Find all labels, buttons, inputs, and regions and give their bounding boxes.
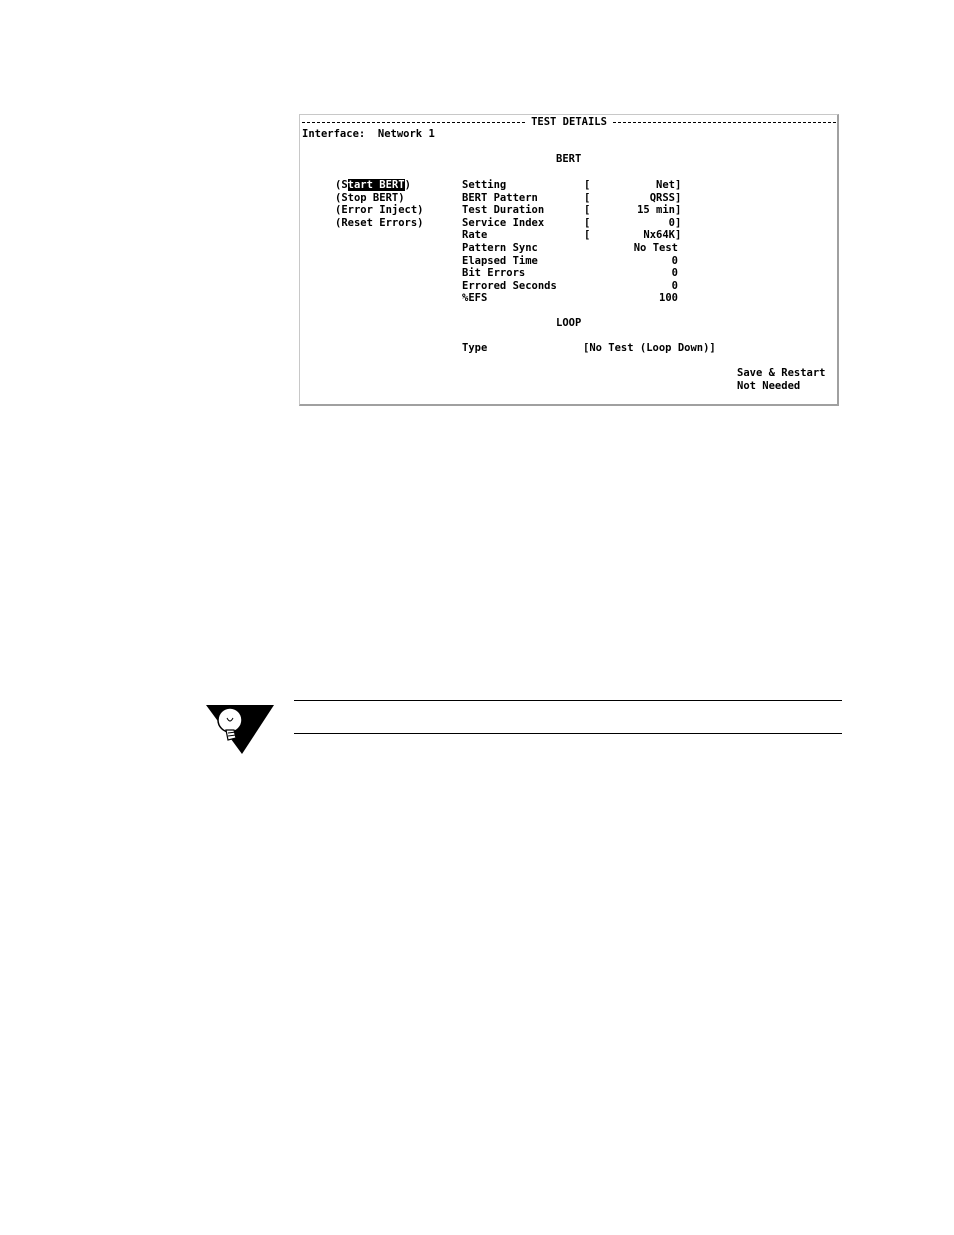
- field-service-index[interactable]: Service Index [ 0 ]: [462, 217, 722, 230]
- field-service-index-label: Service Index: [462, 216, 545, 229]
- loop-type-label: Type: [462, 342, 488, 354]
- field-errored-seconds-label: Errored Seconds: [462, 279, 557, 292]
- save-restart-status-line2: Not Needed: [737, 380, 801, 392]
- field-efs: %EFS 100: [462, 292, 722, 305]
- field-errored-seconds: Errored Seconds 0: [462, 280, 722, 293]
- bert-section-title: BERT: [556, 153, 582, 165]
- test-details-header: TEST DETAILS: [302, 116, 837, 129]
- field-elapsed-time-value: 0: [671, 254, 678, 267]
- start-bert-suffix: ): [404, 179, 411, 191]
- field-rate-label: Rate: [462, 229, 488, 242]
- field-bert-pattern-value[interactable]: QRSS: [650, 192, 675, 205]
- field-rate-value[interactable]: Nx64K: [643, 229, 675, 242]
- error-inject-command[interactable]: (Error Inject): [335, 204, 424, 217]
- stop-bert-command[interactable]: (Stop BERT): [335, 192, 405, 205]
- field-bit-errors-value: 0: [671, 267, 678, 280]
- field-elapsed-time-label: Elapsed Time: [462, 254, 538, 267]
- header-dashes-left: [302, 121, 526, 123]
- loop-type-value[interactable]: [No Test (Loop Down)]: [583, 342, 716, 355]
- field-bit-errors-label: Bit Errors: [462, 267, 526, 280]
- field-rate-bracket-close: ]: [675, 229, 682, 242]
- interface-value: Network 1: [377, 128, 435, 140]
- field-setting-bracket-open: [: [584, 179, 591, 191]
- note-block: [206, 700, 842, 756]
- interface-label: Interface:: [302, 128, 366, 140]
- field-bert-pattern[interactable]: BERT Pattern [ QRSS ]: [462, 192, 722, 205]
- reset-errors-command[interactable]: (Reset Errors): [335, 217, 424, 230]
- field-rate[interactable]: Rate [ Nx64K ]: [462, 229, 722, 242]
- field-efs-value: 100: [659, 292, 678, 305]
- note-top-rule: [294, 700, 842, 701]
- field-service-index-bracket-open: [: [584, 216, 591, 229]
- field-setting-label: Setting: [462, 179, 507, 191]
- field-pattern-sync-label: Pattern Sync: [462, 242, 538, 254]
- start-bert-cursor-highlight: tart BERT: [347, 179, 405, 191]
- field-test-duration-bracket-close: ]: [675, 204, 682, 217]
- start-bert-command[interactable]: (Start BERT): [335, 179, 411, 192]
- field-bert-pattern-label: BERT Pattern: [462, 191, 538, 204]
- field-bert-pattern-bracket-open: [: [584, 191, 591, 204]
- field-bit-errors: Bit Errors 0: [462, 267, 722, 280]
- header-title: TEST DETAILS: [531, 116, 607, 128]
- field-pattern-sync: Pattern Sync No Test: [462, 242, 722, 255]
- field-service-index-bracket-close: ]: [675, 216, 682, 229]
- field-test-duration-value[interactable]: 15 min: [637, 204, 675, 217]
- field-test-duration-label: Test Duration: [462, 204, 545, 217]
- field-setting[interactable]: Setting [ Net ]: [462, 179, 722, 192]
- field-setting-bracket-close: ]: [675, 179, 682, 191]
- save-restart-status-line1: Save & Restart: [737, 367, 826, 379]
- field-errored-seconds-value: 0: [671, 279, 678, 292]
- bert-fields: Setting [ Net ] BERT Pattern [ QRSS ] Te…: [462, 179, 681, 330]
- note-bottom-rule: [294, 733, 842, 734]
- loop-section-title: LOOP: [556, 317, 582, 329]
- header-dashes-right: [612, 121, 837, 123]
- interface-line: Interface: Network 1: [302, 128, 435, 141]
- field-rate-bracket-open: [: [584, 229, 591, 242]
- field-efs-label: %EFS: [462, 292, 488, 305]
- field-elapsed-time: Elapsed Time 0: [462, 255, 722, 268]
- terminal-screen: TEST DETAILS Interface: Network 1 BERT (…: [299, 114, 839, 406]
- field-test-duration-bracket-open: [: [584, 204, 591, 217]
- field-test-duration[interactable]: Test Duration [ 15 min ]: [462, 204, 722, 217]
- field-setting-value[interactable]: Net: [656, 179, 675, 192]
- field-pattern-sync-value: No Test: [633, 242, 678, 254]
- lightbulb-note-icon: [206, 705, 274, 754]
- field-bert-pattern-bracket-close: ]: [675, 191, 682, 204]
- start-bert-prefix: (S: [335, 179, 348, 191]
